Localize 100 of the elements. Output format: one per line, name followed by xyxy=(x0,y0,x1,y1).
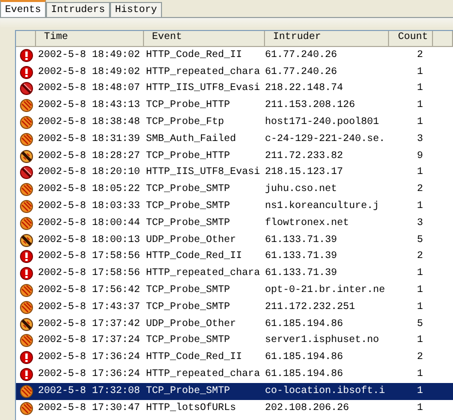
table-cell-text: 2002-5-8 18:00:44 xyxy=(37,218,142,229)
table-cell-text: HTTP_IIS_UTF8_Evasi xyxy=(145,167,262,178)
table-cell-text: 202.108.206.26 xyxy=(265,402,350,414)
table-cell-text: SMB_Auth_Failed xyxy=(145,134,238,145)
striped-circle-icon xyxy=(20,183,32,196)
table-cell-text: 2002-5-8 17:36:24 xyxy=(37,369,142,380)
table-cell-text: 2002-5-8 17:37:24 xyxy=(37,335,142,346)
table-row[interactable]: 2002-5-8 18:31:39 SMB_Auth_Failed c-24-129-221-240.se. 3 xyxy=(16,130,453,148)
table-cell-text: 5 xyxy=(416,318,424,330)
table-row[interactable]: 2002-5-8 18:49:02 HTTP_repeated_chara 61.77.240.26 1 xyxy=(16,64,453,81)
striped-circle-icon xyxy=(20,99,32,112)
column-header[interactable]: Count xyxy=(389,31,433,47)
table-cell-text: co-location.ibsoft.i xyxy=(265,386,386,397)
table-row[interactable]: 2002-5-8 18:28:27 TCP_Probe_HTTP 211.72.233.82 9 xyxy=(16,148,453,165)
table-cell-text: 61.133.71.39 xyxy=(265,268,338,280)
tab[interactable]: History xyxy=(110,2,162,17)
table-row[interactable]: 2002-5-8 17:30:47 HTTP_lotsOfURLs 202.108.206.26 1 xyxy=(16,400,453,417)
alert-icon xyxy=(20,48,32,62)
table-row[interactable]: 2002-5-8 18:49:02 HTTP_Code_Red_II 61.77.240.26 2 xyxy=(16,47,453,64)
table-row[interactable]: 2002-5-8 17:58:56 HTTP_Code_Red_II 61.133.71.39 2 xyxy=(16,248,453,266)
table-row[interactable]: 2002-5-8 18:05:22 TCP_Probe_SMTP juhu.cso.net 2 xyxy=(16,181,453,198)
table-cell-text: 1 xyxy=(416,66,424,78)
table-cell-text: 211.153.208.126 xyxy=(265,100,356,112)
tab[interactable]: Events xyxy=(0,0,46,17)
table-cell-text: 211.72.233.82 xyxy=(265,150,344,162)
table-row[interactable]: 2002-5-8 17:58:56 HTTP_repeated_chara 61.133.71.39 1 xyxy=(16,265,453,282)
column-header[interactable]: Event xyxy=(144,31,265,47)
striped-circle-icon xyxy=(20,116,32,130)
table-cell-text: 1 xyxy=(416,268,424,280)
table-cell-text: 2002-5-8 18:43:13 xyxy=(37,100,142,112)
table-cell-text: 61.77.240.26 xyxy=(265,50,338,61)
table-cell-text: 2 xyxy=(416,184,424,196)
table-cell-text: 2002-5-8 17:56:42 xyxy=(37,285,142,296)
striped-circle-icon xyxy=(20,402,32,415)
striped-circle-icon xyxy=(20,132,32,146)
table-cell-text: 2002-5-8 17:30:47 xyxy=(37,402,142,414)
table-row[interactable]: 2002-5-8 17:56:42 TCP_Probe_SMTP opt-0-21.br.inter.ne 1 xyxy=(16,282,453,299)
tab[interactable]: Intruders xyxy=(46,2,110,17)
table-row[interactable]: 2002-5-8 18:20:10 HTTP_IIS_UTF8_Evasi 218.15.123.17 1 xyxy=(16,164,453,182)
table-cell-text: 1 xyxy=(416,167,424,178)
table-row[interactable]: 2002-5-8 18:00:44 TCP_Probe_SMTP flowtronex.net 3 xyxy=(16,214,453,232)
table-row[interactable]: 2002-5-8 17:37:24 TCP_Probe_SMTP server1.isphuset.no 1 xyxy=(16,332,453,350)
table-cell-text: 2002-5-8 17:36:24 xyxy=(37,352,142,364)
table-cell-text: HTTP_repeated_chara xyxy=(145,66,262,78)
table-cell-text: 211.172.232.251 xyxy=(265,302,356,313)
table-row[interactable]: 2002-5-8 18:48:07 HTTP_IIS_UTF8_Evasi 218.22.148.74 1 xyxy=(16,80,453,98)
table-cell-text: 3 xyxy=(416,134,424,145)
column-header[interactable] xyxy=(433,31,453,47)
table-row[interactable]: 2002-5-8 17:36:24 HTTP_repeated_chara 61.185.194.86 1 xyxy=(16,366,453,383)
table-row[interactable]: 2002-5-8 17:43:37 TCP_Probe_SMTP 211.172.232.251 1 xyxy=(16,298,453,316)
table-cell-text: juhu.cso.net xyxy=(265,184,338,196)
table-row[interactable]: 2002-5-8 18:43:13 TCP_Probe_HTTP 211.153.208.126 1 xyxy=(16,97,453,114)
table-cell-text: HTTP_Code_Red_II xyxy=(145,50,244,61)
table-cell-text: HTTP_Code_Red_II xyxy=(145,352,244,364)
table-cell-text: 2002-5-8 18:49:02 xyxy=(37,50,142,61)
table-cell-text: 1 xyxy=(416,386,424,397)
table-cell-text: HTTP_Code_Red_II xyxy=(145,251,244,262)
table-cell-text: 2002-5-8 18:05:22 xyxy=(37,184,142,196)
slashed-circle-icon xyxy=(20,234,32,247)
table-cell-text: 61.133.71.39 xyxy=(265,251,338,262)
table-cell-text: HTTP_lotsOfURLs xyxy=(145,402,238,414)
table-cell-text: 2002-5-8 18:38:48 xyxy=(37,117,142,128)
table-cell-text: 2 xyxy=(416,352,424,364)
table-cell-text: 2002-5-8 18:28:27 xyxy=(37,150,142,162)
table-cell-text: 2002-5-8 18:48:07 xyxy=(37,83,142,94)
column-header[interactable]: Time xyxy=(36,31,144,47)
table-row[interactable]: 2002-5-8 17:36:24 HTTP_Code_Red_II 61.185.194.86 2 xyxy=(16,349,453,366)
alert-icon xyxy=(20,267,32,280)
table-cell-text: 1 xyxy=(416,201,424,212)
table-cell-text: 218.15.123.17 xyxy=(265,167,344,178)
table-cell-text: c-24-129-221-240.se. xyxy=(265,134,386,145)
table-row[interactable]: 2002-5-8 17:32:08 TCP_Probe_SMTP co-location.ibsoft.i 1 xyxy=(16,382,453,400)
table-row[interactable]: 2002-5-8 18:03:33 TCP_Probe_SMTP ns1.koreanculture.j 1 xyxy=(16,198,453,215)
table-cell-text: UDP_Probe_Other xyxy=(145,318,238,330)
table-cell-text: 5 xyxy=(416,234,424,246)
table-cell-text: 2 xyxy=(416,50,424,61)
column-header[interactable]: Intruder xyxy=(265,31,389,47)
table-cell-text: 2 xyxy=(416,251,424,262)
table-row[interactable]: 2002-5-8 18:38:48 TCP_Probe_Ftp host171-240.pool801 1 xyxy=(16,114,453,131)
table-cell-text: TCP_Probe_SMTP xyxy=(145,201,232,212)
table-cell-text: 9 xyxy=(416,150,424,162)
table-cell-text: TCP_Probe_SMTP xyxy=(145,218,232,229)
table-cell-text: 2002-5-8 18:00:13 xyxy=(37,234,142,246)
table-cell-text: 1 xyxy=(416,285,424,296)
table-cell-text: flowtronex.net xyxy=(265,218,350,229)
table-cell-text: HTTP_IIS_UTF8_Evasi xyxy=(145,83,262,94)
table-cell-text: TCP_Probe_SMTP xyxy=(145,184,232,196)
table-row[interactable]: 2002-5-8 18:00:13 UDP_Probe_Other 61.133.71.39 5 xyxy=(16,232,453,249)
slashed-circle-icon xyxy=(20,318,32,331)
table-cell-text: 61.185.194.86 xyxy=(265,369,344,380)
table-cell-text: 2002-5-8 17:32:08 xyxy=(37,386,142,397)
table-cell-text: TCP_Probe_SMTP xyxy=(145,335,232,346)
table-cell-text: UDP_Probe_Other xyxy=(145,234,238,246)
table-cell-text: TCP_Probe_Ftp xyxy=(145,117,226,128)
table-cell-text: 2002-5-8 18:20:10 xyxy=(37,167,142,178)
table-cell-text: HTTP_repeated_chara xyxy=(145,369,262,380)
column-header[interactable] xyxy=(16,31,36,47)
striped-circle-icon xyxy=(20,200,32,214)
alert-icon xyxy=(20,250,32,264)
table-row[interactable]: 2002-5-8 17:37:42 UDP_Probe_Other 61.185.194.86 5 xyxy=(16,316,453,333)
